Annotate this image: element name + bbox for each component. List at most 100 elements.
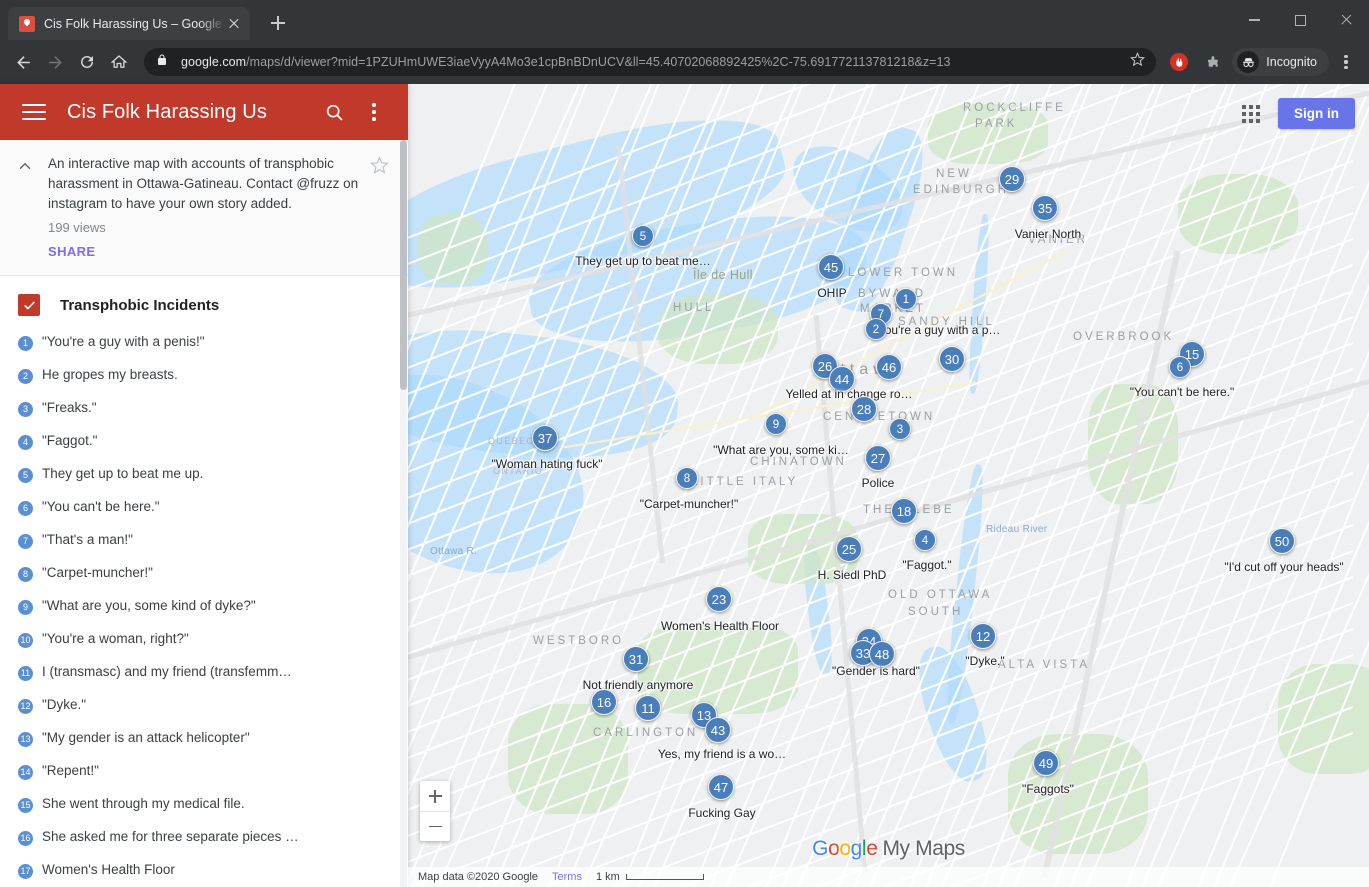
collapse-chevron-up-icon[interactable] [16, 154, 40, 259]
place-list-item[interactable]: 8 "Carpet-muncher!" [18, 557, 408, 590]
map-marker[interactable]: 29 [999, 166, 1025, 192]
place-list-item[interactable]: 9 "What are you, some kind of dyke?" [18, 590, 408, 623]
place-list-item[interactable]: 2 He gropes my breasts. [18, 359, 408, 392]
favorite-star-icon[interactable] [370, 154, 392, 259]
browser-menu-icon[interactable] [1331, 47, 1361, 77]
map-area-label: Rideau River [986, 524, 1048, 535]
place-number-pin-icon: 6 [18, 501, 33, 516]
map-marker[interactable]: 6 [1169, 356, 1191, 378]
map-marker[interactable]: 30 [939, 346, 965, 372]
sign-in-button[interactable]: Sign in [1278, 98, 1355, 129]
minimize-button[interactable] [1231, 0, 1277, 40]
place-list-item[interactable]: 10 "You're a woman, right?" [18, 623, 408, 656]
map-marker[interactable]: 35 [1032, 195, 1058, 221]
layer-visibility-checkbox[interactable] [18, 294, 40, 316]
map-marker[interactable]: 48 [869, 641, 895, 667]
place-number-pin-icon: 16 [18, 831, 33, 846]
map-marker[interactable]: 49 [1033, 750, 1059, 776]
map-marker[interactable]: 1 [895, 288, 917, 310]
place-number-pin-icon: 1 [18, 336, 33, 351]
place-list-item[interactable]: 11 I (transmasc) and my friend (transfemm… [18, 656, 408, 689]
map-marker[interactable]: 44 [829, 366, 855, 392]
place-list-item[interactable]: 16 She asked me for three separate pieces… [18, 821, 408, 854]
map-title: Cis Folk Harassing Us [67, 100, 267, 123]
map-marker[interactable]: 37 [532, 425, 558, 451]
place-list-item[interactable]: 13 "My gender is an attack helicopter" [18, 722, 408, 755]
search-icon[interactable] [314, 92, 354, 132]
place-label: Women's Health Floor [42, 862, 175, 877]
place-list-item[interactable]: 1 "You're a guy with a penis!" [18, 326, 408, 359]
close-tab-icon[interactable] [226, 16, 242, 32]
new-tab-button[interactable] [264, 9, 292, 37]
map-marker[interactable]: 28 [851, 396, 877, 422]
map-marker[interactable]: 31 [623, 646, 649, 672]
google-my-maps-logo: Google My Maps [812, 837, 965, 860]
zoom-in-button[interactable] [420, 781, 450, 811]
scale-label: 1 km [595, 871, 620, 883]
sidebar-scrollbar-thumb[interactable] [400, 140, 407, 390]
place-number-pin-icon: 9 [18, 600, 33, 615]
map-tiles: ROCKCLIFFE PARK NEW EDINBURGH LOWER TOWN BYWA… [408, 84, 1369, 887]
map-options-menu-icon[interactable] [354, 92, 394, 132]
forward-arrow-icon[interactable] [40, 47, 70, 77]
tab-strip: Cis Folk Harassing Us – Google M [0, 0, 1369, 40]
place-number-pin-icon: 13 [18, 732, 33, 747]
place-label: He gropes my breasts. [42, 367, 178, 382]
back-arrow-icon[interactable] [8, 47, 38, 77]
map-marker[interactable]: 9 [765, 413, 787, 435]
place-list-item[interactable]: 14 "Repent!" [18, 755, 408, 788]
places-list[interactable]: 1 "You're a guy with a penis!" 2 He gropes … [0, 326, 408, 887]
place-list-item[interactable]: 3 "Freaks." [18, 392, 408, 425]
share-button[interactable]: SHARE [48, 244, 362, 259]
map-marker[interactable]: 25 [836, 536, 862, 562]
blocker-badge-icon [1170, 53, 1189, 71]
map-feature [907, 639, 999, 789]
map-marker[interactable]: 46 [876, 354, 902, 380]
map-marker[interactable]: 4 [914, 529, 936, 551]
map-scale: 1 km [596, 871, 704, 883]
place-label: "Repent!" [42, 763, 99, 778]
terms-link[interactable]: Terms [552, 871, 582, 883]
incognito-profile-button[interactable]: Incognito [1232, 48, 1329, 76]
place-list-item[interactable]: 6 "You can't be here." [18, 491, 408, 524]
map-marker[interactable]: 12 [970, 623, 996, 649]
map-marker[interactable]: 11 [635, 695, 661, 721]
map-marker[interactable]: 3 [889, 418, 911, 440]
map-marker[interactable]: 43 [705, 717, 731, 743]
map-viewport[interactable]: ROCKCLIFFE PARK NEW EDINBURGH LOWER TOWN BYWA… [408, 84, 1369, 887]
lock-icon [156, 53, 170, 72]
place-list-item[interactable]: 4 "Faggot." [18, 425, 408, 458]
content-blocker-icon[interactable] [1164, 47, 1194, 77]
close-window-button[interactable] [1323, 0, 1369, 40]
bookmark-star-icon[interactable] [1130, 51, 1146, 72]
puzzle-extension-icon[interactable] [1196, 47, 1226, 77]
browser-tab[interactable]: Cis Folk Harassing Us – Google M [8, 7, 250, 40]
map-marker[interactable]: 27 [865, 445, 891, 471]
map-marker[interactable]: 8 [676, 467, 698, 489]
menu-hamburger-icon[interactable] [14, 92, 54, 132]
map-marker[interactable]: 45 [818, 254, 844, 280]
map-marker[interactable]: 5 [632, 225, 654, 247]
place-list-item[interactable]: 7 "That's a man!" [18, 524, 408, 557]
home-icon[interactable] [104, 47, 134, 77]
address-bar[interactable]: google.com/maps/d/viewer?mid=1PZUHmUWE3i… [144, 48, 1157, 76]
zoom-out-button[interactable] [420, 811, 450, 841]
place-list-item[interactable]: 12 "Dyke." [18, 689, 408, 722]
place-list-item[interactable]: 5 They get up to beat me up. [18, 458, 408, 491]
google-apps-grid-icon[interactable] [1242, 104, 1260, 123]
maximize-button[interactable] [1277, 0, 1323, 40]
place-list-item[interactable]: 17 Women's Health Floor [18, 854, 408, 887]
layer-row[interactable]: Transphobic Incidents [0, 276, 408, 326]
url-domain: google.com [181, 55, 247, 69]
map-marker[interactable]: 50 [1269, 528, 1295, 554]
map-description: An interactive map with accounts of tran… [48, 156, 359, 211]
map-marker[interactable]: 18 [891, 498, 917, 524]
map-marker[interactable]: 23 [706, 586, 732, 612]
place-list-item[interactable]: 15 She went through my medical file. [18, 788, 408, 821]
map-marker[interactable]: 16 [591, 689, 617, 715]
map-marker[interactable]: 47 [708, 774, 734, 800]
reload-icon[interactable] [72, 47, 102, 77]
map-marker[interactable]: 2 [865, 318, 887, 340]
zoom-controls [420, 781, 450, 841]
map-attribution-bar: Map data ©2020 Google Terms 1 km [408, 867, 1369, 887]
